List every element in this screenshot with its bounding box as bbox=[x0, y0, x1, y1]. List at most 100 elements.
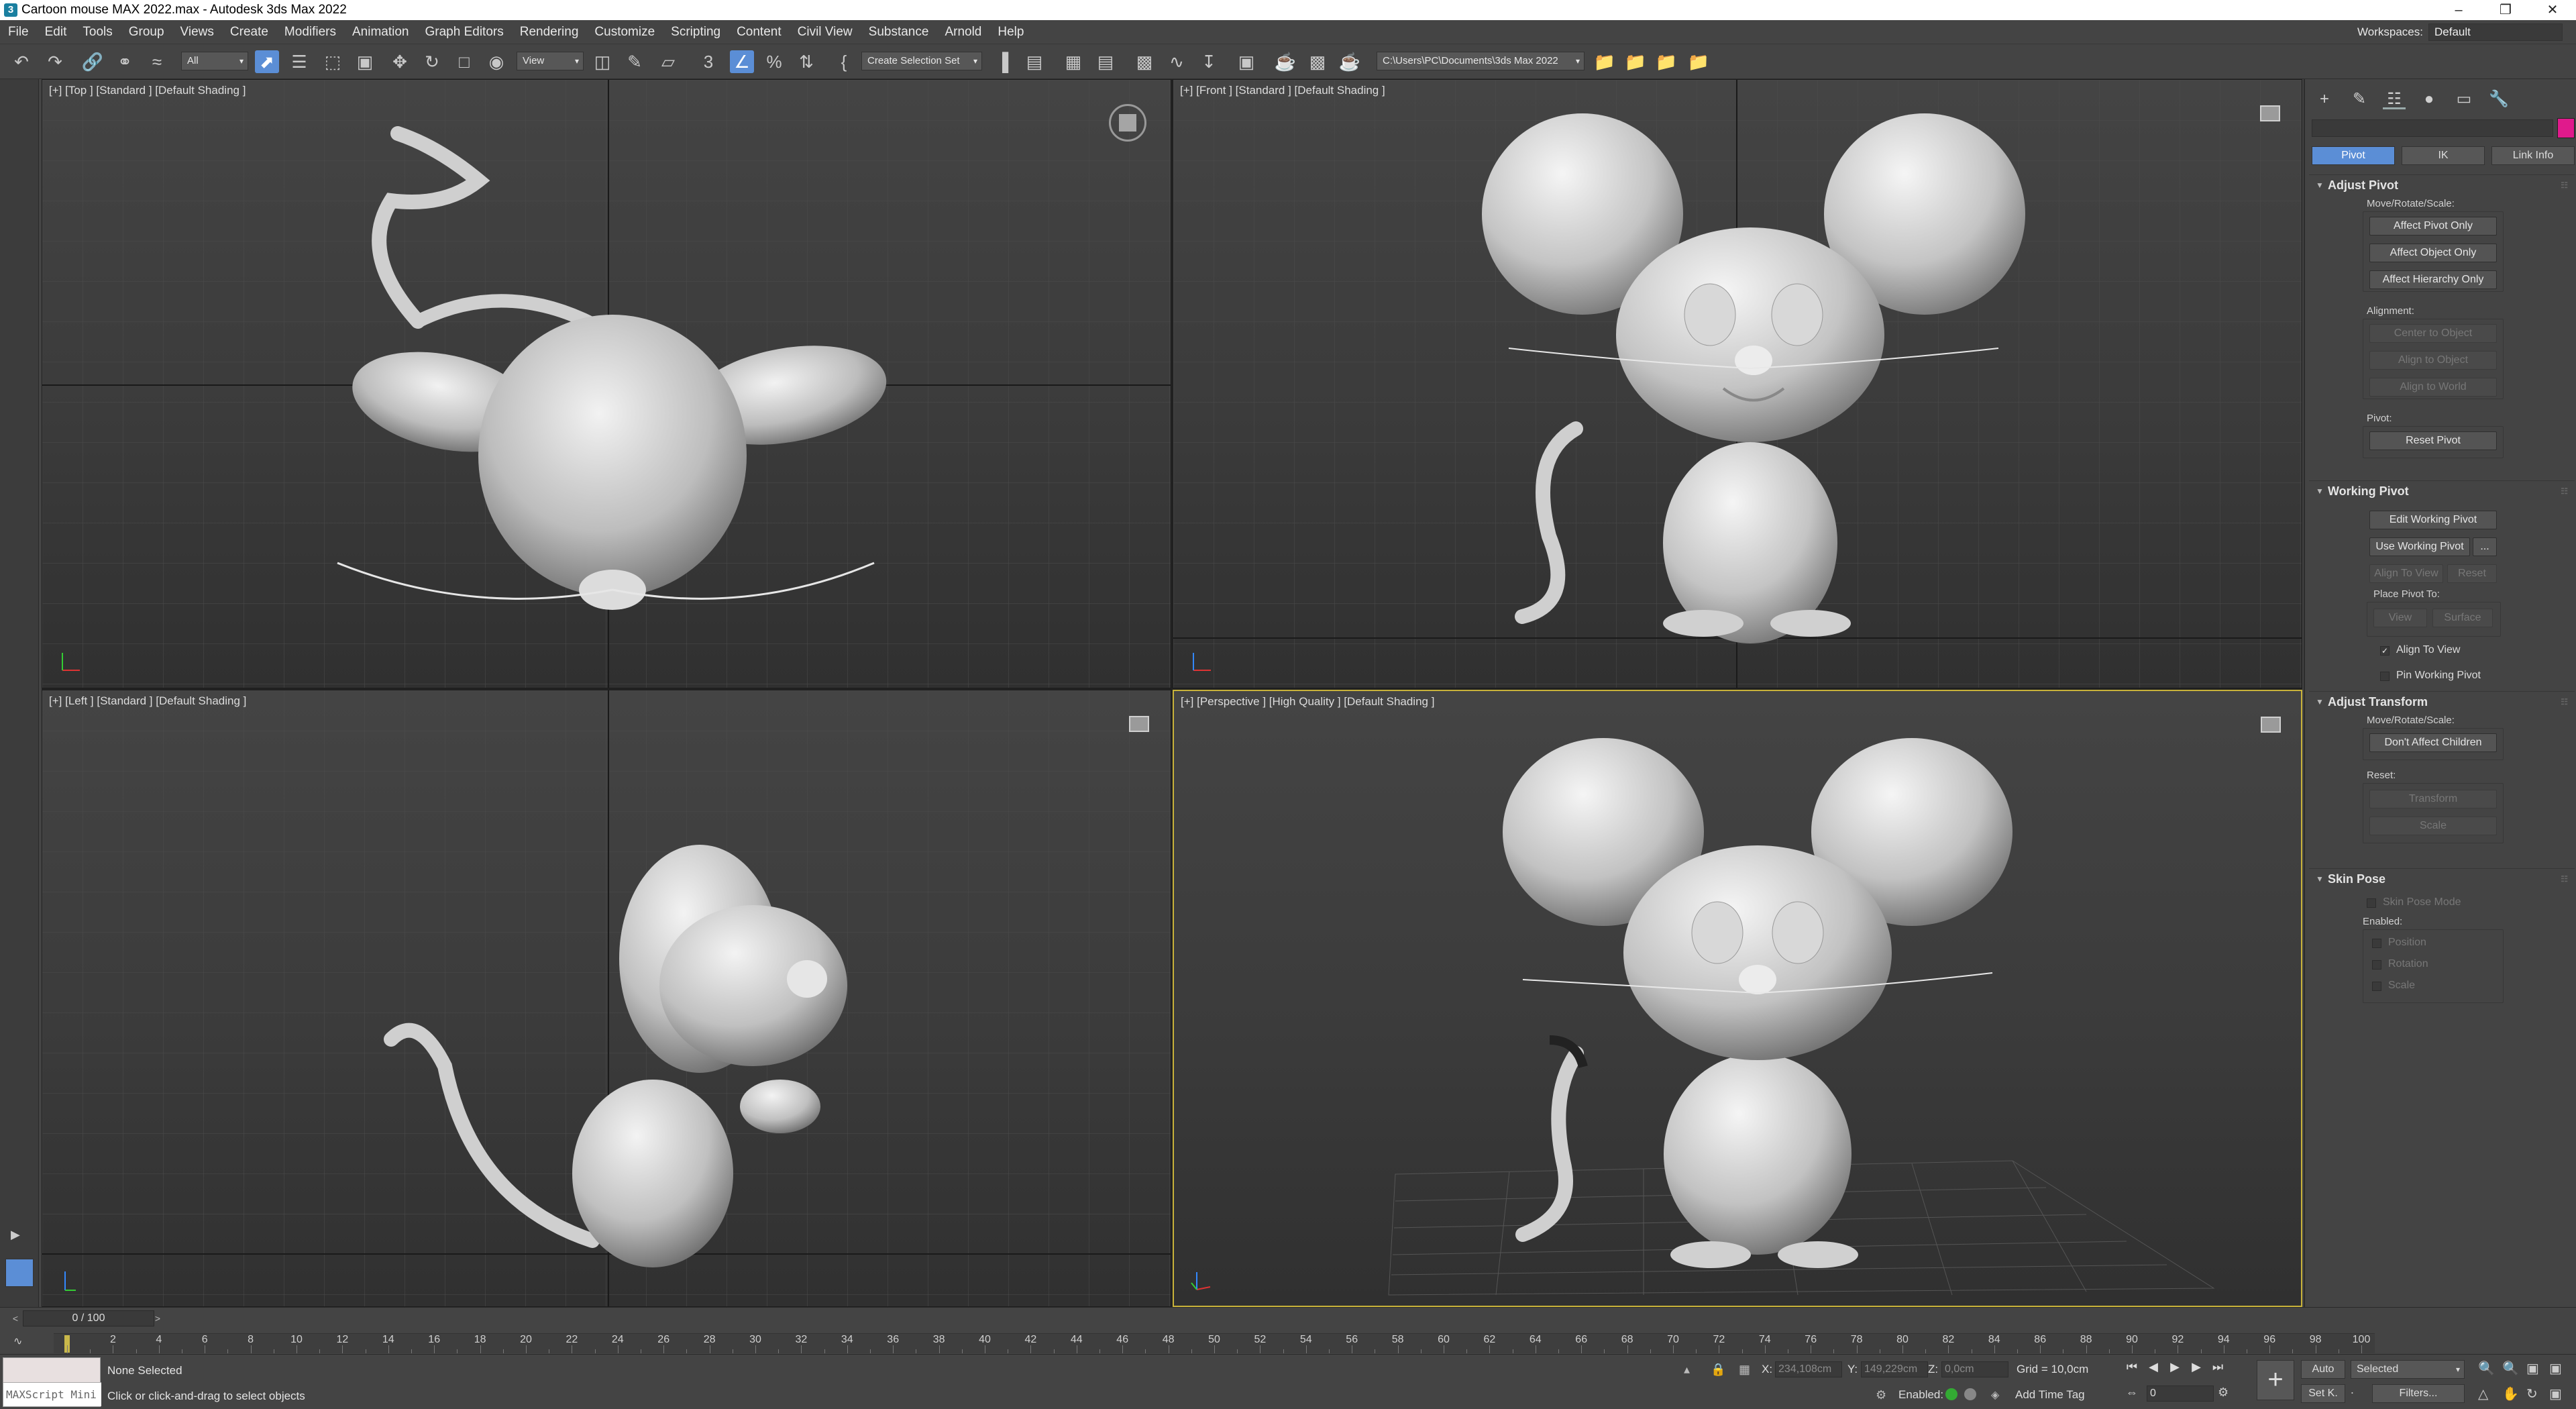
pivot-center-icon[interactable]: ◫ bbox=[590, 50, 614, 73]
viewport-top[interactable]: [+] [Top ] [Standard ] [Default Shading … bbox=[42, 79, 1171, 688]
menu-modifiers[interactable]: Modifiers bbox=[276, 25, 344, 40]
time-tag-toggle-icon[interactable] bbox=[1964, 1388, 1976, 1400]
skin-pose-scale-checkbox[interactable] bbox=[2372, 982, 2381, 991]
reset-transform-button[interactable]: Transform bbox=[2369, 790, 2497, 808]
align-to-object-button[interactable]: Align to Object bbox=[2369, 351, 2497, 370]
orbit-icon[interactable]: ↻ bbox=[2526, 1386, 2538, 1402]
play-icon[interactable]: ▶ bbox=[2165, 1357, 2184, 1376]
pin-working-pivot-checkbox[interactable] bbox=[2380, 672, 2390, 681]
expand-arrow-icon[interactable]: ▶ bbox=[11, 1228, 20, 1242]
auto-key-button[interactable]: Auto bbox=[2301, 1360, 2345, 1379]
object-color-swatch[interactable] bbox=[2557, 118, 2575, 138]
viewport-perspective-label[interactable]: [+] [Perspective ] [High Quality ] [Defa… bbox=[1181, 695, 1434, 709]
close-icon[interactable]: ✕ bbox=[2529, 0, 2576, 20]
scene-explorer-icon[interactable]: ▦ bbox=[1061, 50, 1085, 73]
align-to-view-checkbox[interactable]: ✓ bbox=[2380, 646, 2390, 656]
zoom-extents-all-icon[interactable]: ▣ bbox=[2549, 1360, 2562, 1377]
x-coordinate-field[interactable]: 234,108cm bbox=[1775, 1361, 1842, 1377]
material-editor-icon[interactable]: ▣ bbox=[1234, 50, 1258, 73]
selection-filter-dropdown[interactable]: All ▾ bbox=[181, 52, 248, 70]
dont-affect-children-button[interactable]: Don't Affect Children bbox=[2369, 733, 2497, 752]
hierarchy-tab-icon[interactable]: ☷ bbox=[2383, 89, 2406, 109]
placement-icon[interactable]: ◉ bbox=[484, 50, 508, 73]
mirror-icon[interactable]: ▐ bbox=[990, 50, 1014, 73]
previous-frame-icon[interactable]: ◀ bbox=[2144, 1357, 2163, 1376]
working-pivot-options-button[interactable]: ... bbox=[2473, 537, 2497, 556]
snaps-toggle-icon[interactable]: 3 bbox=[696, 50, 720, 73]
menu-edit[interactable]: Edit bbox=[37, 25, 75, 40]
center-to-object-button[interactable]: Center to Object bbox=[2369, 324, 2497, 343]
skin-pose-position-checkbox[interactable] bbox=[2372, 939, 2381, 948]
named-selection-dropdown[interactable]: Create Selection Set ▾ bbox=[861, 52, 982, 70]
select-manipulate-icon[interactable]: ✎ bbox=[623, 50, 647, 73]
menu-group[interactable]: Group bbox=[121, 25, 172, 40]
z-coordinate-field[interactable]: 0,0cm bbox=[1941, 1361, 2008, 1377]
viewport-front-label[interactable]: [+] [Front ] [Standard ] [Default Shadin… bbox=[1180, 84, 1385, 97]
absolute-mode-icon[interactable]: ▦ bbox=[1739, 1363, 1750, 1377]
ik-mode-button[interactable]: IK bbox=[2402, 146, 2485, 165]
curve-editor-icon[interactable]: ∿ bbox=[1165, 50, 1189, 73]
reference-coordinate-dropdown[interactable]: View ▾ bbox=[517, 52, 584, 70]
menu-help[interactable]: Help bbox=[989, 25, 1032, 40]
viewport-layout-icon[interactable] bbox=[5, 1259, 34, 1287]
isolate-selection-icon[interactable]: ▴ bbox=[1684, 1363, 1690, 1377]
viewport-left[interactable]: [+] [Left ] [Standard ] [Default Shading… bbox=[42, 690, 1171, 1307]
align-to-world-button[interactable]: Align to World bbox=[2369, 378, 2497, 397]
working-pivot-header[interactable]: ▼ Working Pivot ☷ bbox=[2309, 481, 2575, 501]
spinner-snap-icon[interactable]: ⇅ bbox=[794, 50, 818, 73]
menu-customize[interactable]: Customize bbox=[586, 25, 663, 40]
toggle-ribbon-icon[interactable]: ▩ bbox=[1132, 50, 1157, 73]
time-slider[interactable]: 0 / 100 bbox=[23, 1310, 154, 1326]
timeline-track[interactable]: 2 4 6 8 10 12 14 16 18 20 22 24 26 28 30 32 34 36 38 40 42 44… bbox=[54, 1333, 2375, 1353]
project-folders-icon[interactable]: 📁 bbox=[1654, 50, 1678, 73]
motion-tab-icon[interactable]: ● bbox=[2418, 89, 2440, 109]
zoom-icon[interactable]: 🔍 bbox=[2478, 1360, 2495, 1377]
zoom-all-icon[interactable]: 🔍 bbox=[2502, 1360, 2519, 1377]
viewport-top-label[interactable]: [+] [Top ] [Standard ] [Default Shading … bbox=[49, 84, 246, 97]
use-working-pivot-button[interactable]: Use Working Pivot bbox=[2369, 537, 2470, 556]
viewcube-compass-icon[interactable] bbox=[1109, 104, 1146, 142]
rectangular-selection-icon[interactable]: ⬚ bbox=[321, 50, 345, 73]
modify-tab-icon[interactable]: ✎ bbox=[2348, 89, 2371, 109]
set-key-icon[interactable]: + bbox=[2257, 1360, 2294, 1400]
menu-scripting[interactable]: Scripting bbox=[663, 25, 729, 40]
key-filters-button[interactable]: Filters... bbox=[2372, 1384, 2465, 1403]
align-icon[interactable]: ▤ bbox=[1022, 50, 1046, 73]
menu-civil-view[interactable]: Civil View bbox=[790, 25, 861, 40]
time-slider-prev-icon[interactable]: < bbox=[9, 1310, 21, 1326]
affect-pivot-only-button[interactable]: Affect Pivot Only bbox=[2369, 217, 2497, 236]
place-surface-button[interactable]: Surface bbox=[2432, 609, 2493, 627]
place-view-button[interactable]: View bbox=[2373, 609, 2427, 627]
menu-arnold[interactable]: Arnold bbox=[936, 25, 989, 40]
set-key-button[interactable]: Set K. bbox=[2301, 1384, 2345, 1403]
scale-icon[interactable]: □ bbox=[452, 50, 476, 73]
key-filters-icon[interactable]: ∙ bbox=[2351, 1386, 2354, 1400]
time-slider-next-icon[interactable]: > bbox=[152, 1310, 164, 1326]
key-mode-dropdown[interactable]: Selected ▾ bbox=[2351, 1360, 2465, 1379]
adjust-transform-header[interactable]: ▼ Adjust Transform ☷ bbox=[2309, 692, 2575, 712]
reset-working-pivot-button[interactable]: Reset bbox=[2447, 564, 2497, 583]
menu-substance[interactable]: Substance bbox=[861, 25, 937, 40]
affect-object-only-button[interactable]: Affect Object Only bbox=[2369, 244, 2497, 262]
y-coordinate-field[interactable]: 149,229cm bbox=[1861, 1361, 1928, 1377]
pan-view-icon[interactable]: ✋ bbox=[2502, 1386, 2519, 1402]
render-production-icon[interactable]: ☕ bbox=[1338, 50, 1362, 73]
viewcube-icon[interactable] bbox=[2260, 105, 2280, 121]
utilities-tab-icon[interactable]: 🔧 bbox=[2487, 89, 2510, 109]
move-icon[interactable]: ✥ bbox=[388, 50, 412, 73]
create-project-icon[interactable]: 📁 bbox=[1623, 50, 1648, 73]
unlink-icon[interactable]: ⚭ bbox=[113, 50, 137, 73]
add-time-tag[interactable]: Add Time Tag bbox=[2015, 1388, 2085, 1402]
menu-graph-editors[interactable]: Graph Editors bbox=[417, 25, 512, 40]
redo-icon[interactable]: ↷ bbox=[43, 50, 67, 73]
select-by-name-icon[interactable]: ☰ bbox=[287, 50, 311, 73]
object-name-field[interactable] bbox=[2312, 119, 2553, 137]
menu-rendering[interactable]: Rendering bbox=[512, 25, 587, 40]
menu-file[interactable]: File bbox=[0, 25, 37, 40]
create-tab-icon[interactable]: + bbox=[2313, 89, 2336, 109]
minimize-icon[interactable]: – bbox=[2435, 0, 2482, 20]
viewcube-icon[interactable] bbox=[1129, 716, 1149, 732]
zoom-extents-icon[interactable]: ▣ bbox=[2526, 1360, 2539, 1377]
skin-pose-header[interactable]: ▼ Skin Pose ☷ bbox=[2309, 869, 2575, 889]
next-frame-icon[interactable]: ▶ bbox=[2187, 1357, 2206, 1376]
